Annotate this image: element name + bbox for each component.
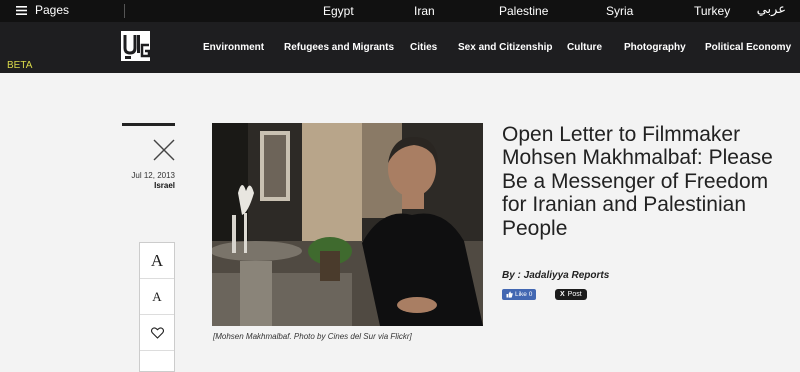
article-title: Open Letter to Filmmaker Mohsen Makhmalb… [502, 123, 773, 240]
main-navbar: Environment Refugees and Migrants Cities… [0, 22, 800, 73]
nav-item-cities[interactable]: Cities [410, 42, 437, 53]
x-logo-icon: X [560, 291, 565, 298]
divider [124, 4, 125, 18]
nav-item-refugees-and-migrants[interactable]: Refugees and Migrants [284, 42, 394, 53]
arabic-language-link[interactable]: عربي [757, 2, 786, 17]
article-date: Jul 12, 2013 [131, 171, 175, 180]
country-link-palestine[interactable]: Palestine [499, 4, 548, 18]
article-tools-panel: A A [139, 242, 175, 372]
nav-item-political-economy[interactable]: Political Economy [705, 42, 791, 53]
facebook-like-label: Like 0 [515, 291, 533, 298]
top-bar: Pages Egypt Iran Palestine Syria Turkey … [0, 0, 800, 22]
photo-illustration [212, 123, 483, 326]
country-link-egypt[interactable]: Egypt [323, 4, 354, 18]
nav-item-culture[interactable]: Culture [567, 42, 602, 53]
x-post-label: Post [567, 291, 582, 298]
decrease-font-button[interactable]: A [140, 279, 174, 315]
country-link-turkey[interactable]: Turkey [694, 4, 730, 18]
sidebar-rule [122, 123, 175, 126]
pages-menu-button[interactable]: Pages [16, 3, 69, 17]
x-post-button[interactable]: X Post [555, 289, 587, 300]
byline-prefix: By : [502, 270, 524, 281]
favorite-button[interactable] [140, 315, 174, 351]
nav-item-environment[interactable]: Environment [203, 42, 264, 53]
article-byline: By : Jadaliyya Reports [502, 270, 609, 281]
beta-badge: BETA [7, 60, 33, 71]
photo-caption: [Mohsen Makhmalbaf. Photo by Cines del S… [213, 332, 412, 341]
country-link-iran[interactable]: Iran [414, 4, 435, 18]
close-icon[interactable] [152, 138, 176, 162]
increase-font-button[interactable]: A [140, 243, 174, 279]
pages-label: Pages [35, 3, 70, 17]
nav-item-sex-and-citizenship[interactable]: Sex and Citizenship [458, 42, 552, 53]
country-link-syria[interactable]: Syria [606, 4, 633, 18]
nav-item-photography[interactable]: Photography [624, 42, 686, 53]
hamburger-icon [16, 5, 27, 15]
article-photo [212, 123, 483, 326]
heart-icon [150, 326, 164, 339]
article-tag-link[interactable]: Israel [110, 181, 175, 190]
byline-author-link[interactable]: Jadaliyya Reports [524, 270, 610, 281]
site-logo[interactable] [121, 31, 150, 61]
thumbs-up-icon [506, 291, 513, 298]
facebook-like-button[interactable]: Like 0 [502, 289, 537, 300]
